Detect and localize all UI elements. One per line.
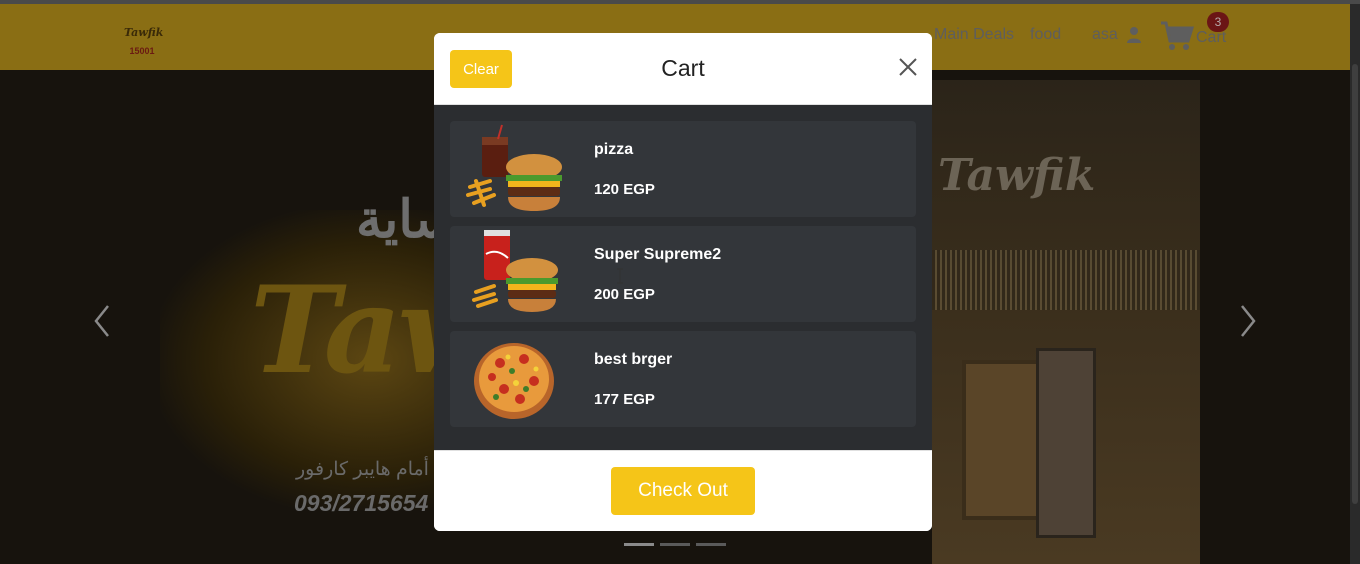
pizza-image xyxy=(474,343,554,419)
cart-modal-header: Clear Cart xyxy=(434,33,932,105)
cart-item: best brger 177 EGP xyxy=(450,331,916,427)
hero-address: ة أمام هايبر كارفور xyxy=(296,459,445,480)
page-scrollbar[interactable] xyxy=(1350,4,1360,564)
chevron-left-icon xyxy=(94,305,109,337)
close-button[interactable] xyxy=(896,55,920,79)
user-icon xyxy=(1126,27,1141,43)
store-photo: Tawfik xyxy=(932,80,1200,564)
burger-meal-image xyxy=(466,124,562,211)
cart-item: pizza 120 EGP xyxy=(450,121,916,217)
logo-number: 15001 xyxy=(129,46,155,56)
burger-cola-meal-image xyxy=(472,230,558,312)
cart-item-name: Super Supreme2 xyxy=(594,246,722,263)
cart-item-price: 200 EGP xyxy=(594,286,655,303)
carousel-prev-button[interactable] xyxy=(92,302,112,340)
cart-item: Super Supreme2 200 EGP xyxy=(450,226,916,322)
nav-link-food[interactable]: food xyxy=(1030,26,1061,44)
cart-item-price: 120 EGP xyxy=(594,181,655,198)
cart-item-price: 177 EGP xyxy=(594,391,655,408)
carousel-indicator[interactable] xyxy=(660,543,690,546)
logo-wordmark: Tawfik xyxy=(124,26,164,39)
cart-modal-title: Cart xyxy=(661,55,705,81)
user-menu[interactable]: asa xyxy=(1092,26,1142,44)
scrollbar-thumb[interactable] xyxy=(1352,64,1358,504)
carousel-indicators xyxy=(624,543,726,546)
chevron-right-icon xyxy=(1241,305,1256,337)
cart-items-list: pizza 120 EGP Super Supreme2 200 EGP bes… xyxy=(434,105,932,450)
carousel-indicator[interactable] xyxy=(624,543,654,546)
carousel-next-button[interactable] xyxy=(1238,302,1258,340)
carousel-indicator[interactable] xyxy=(696,543,726,546)
cart-count-badge: 3 xyxy=(1207,12,1229,32)
store-menu-board xyxy=(1036,348,1096,538)
cart-label: Cart xyxy=(1196,29,1227,46)
close-icon xyxy=(899,58,917,76)
store-lights xyxy=(932,250,1200,310)
nav-link-main-deals[interactable]: Main Deals xyxy=(934,26,1014,44)
checkout-button[interactable]: Check Out xyxy=(611,467,755,515)
text-cursor-icon xyxy=(617,268,623,284)
cart-item-name: pizza xyxy=(594,141,634,158)
cart-modal: Clear Cart pizza 120 EGP Super Supreme2 … xyxy=(434,33,932,531)
cart-item-name: best brger xyxy=(594,351,673,368)
nav-links: Main Deals food xyxy=(934,26,1061,44)
cart-modal-footer: Check Out xyxy=(434,450,932,531)
brand-logo[interactable]: Tawfik 15001 xyxy=(124,24,164,60)
user-name: asa xyxy=(1092,26,1118,43)
store-sign: Tawfik xyxy=(938,150,1096,201)
cart-icon xyxy=(1161,21,1194,50)
